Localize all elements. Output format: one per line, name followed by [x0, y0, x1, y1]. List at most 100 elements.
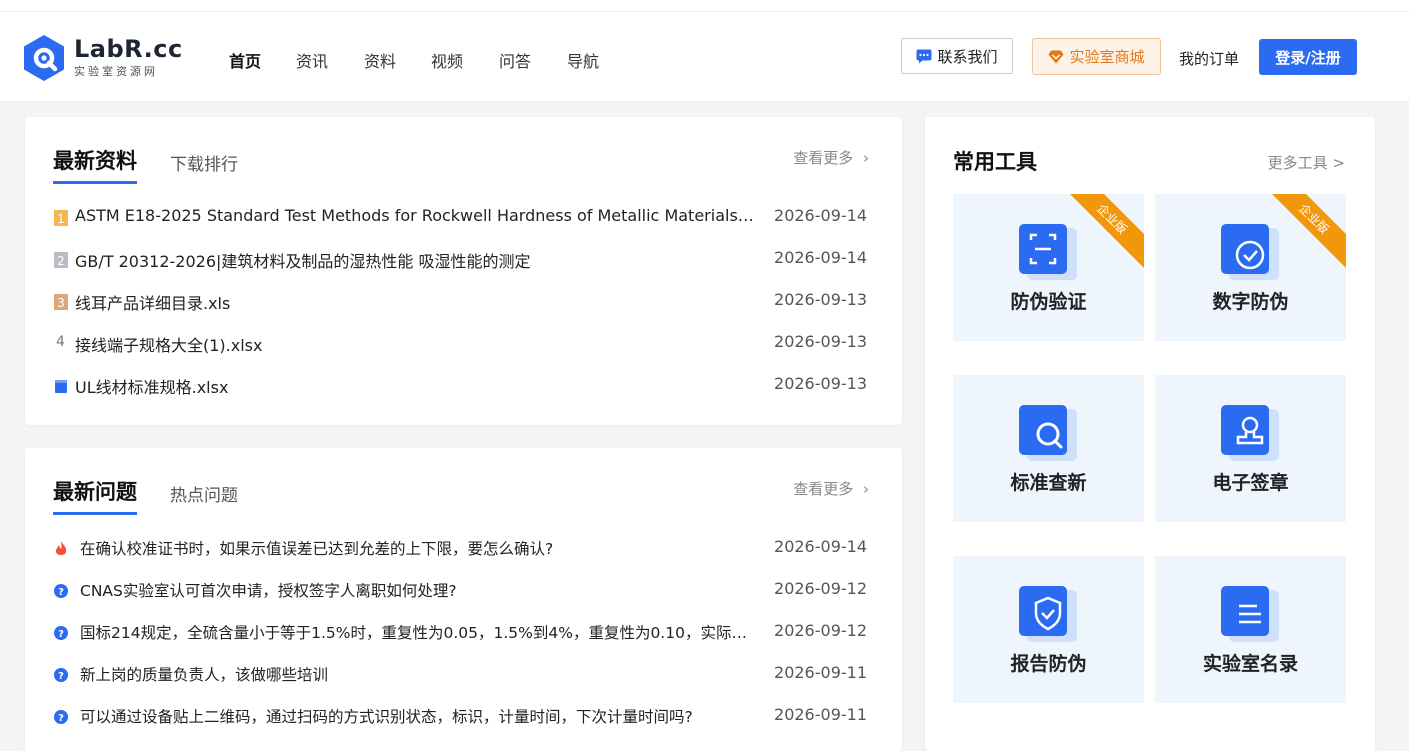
check-circle-icon: [1221, 224, 1279, 280]
contact-label: 联系我们: [937, 47, 998, 66]
question-icon: ?: [54, 668, 68, 682]
list-item[interactable]: ? 新上岗的质量负责人，该做哪些培训 2026-09-11: [53, 661, 873, 703]
tool-label: 电子签章: [1212, 472, 1289, 494]
chevron-right-icon: ›: [863, 480, 869, 498]
rank-badge-bronze-icon: 3: [54, 294, 68, 310]
list-item[interactable]: 4 接线端子规格大全(1).xlsx 2026-09-13: [53, 330, 873, 372]
tool-label: 标准查新: [1010, 472, 1087, 494]
tool-report-anti-counterfeit[interactable]: 报告防伪: [953, 556, 1144, 703]
tab-download-ranking[interactable]: 下载排行: [170, 150, 238, 175]
shield-check-icon: [1019, 586, 1077, 642]
question-title[interactable]: 在确认校准证书时，如果示值误差已达到允差的上下限，要怎么确认?: [80, 537, 755, 559]
svg-text:1: 1: [57, 212, 65, 226]
question-icon: ?: [54, 584, 68, 598]
question-title[interactable]: 国标214规定，全硫含量小于等于1.5%时，重复性为0.05，1.5%到4%，重…: [80, 621, 755, 643]
tool-label: 防伪验证: [1010, 291, 1087, 313]
logo-icon: [24, 35, 64, 81]
lab-shop-button[interactable]: 实验室商城: [1032, 38, 1161, 75]
resource-title[interactable]: ASTM E18-2025 Standard Test Methods for …: [75, 206, 755, 225]
list-item[interactable]: 1 ASTM E18-2025 Standard Test Methods fo…: [53, 204, 873, 246]
svg-text:?: ?: [58, 629, 64, 640]
diamond-icon: [1048, 50, 1064, 63]
nav-item-home[interactable]: 首页: [229, 48, 261, 72]
nav-item-videos[interactable]: 视频: [431, 48, 463, 72]
tools-title: 常用工具: [953, 150, 1037, 174]
list-item[interactable]: ? 国标214规定，全硫含量小于等于1.5%时，重复性为0.05，1.5%到4%…: [53, 619, 873, 661]
common-tools-card: 常用工具 更多工具 > 防伪验证 企业版 数字防伪 企业版 标准查新 电子签章 …: [925, 117, 1375, 751]
questions-view-more-link[interactable]: 查看更多 ›: [793, 478, 869, 499]
chat-icon: [916, 49, 932, 63]
nav-item-navigation[interactable]: 导航: [567, 48, 599, 72]
more-tools-link[interactable]: 更多工具 >: [1268, 152, 1345, 173]
rank-number: 4: [56, 334, 65, 350]
site-logo[interactable]: LabR.cc 实验室资源网: [24, 35, 182, 83]
brand-name: LabR.cc: [74, 35, 183, 63]
view-more-label: 查看更多: [793, 480, 854, 498]
question-title[interactable]: CNAS实验室认可首次申请，授权签字人离职如何处理?: [80, 579, 755, 601]
list-icon: [1221, 586, 1279, 642]
scan-code-icon: [1019, 224, 1077, 280]
question-date: 2026-09-14: [774, 537, 867, 556]
question-title[interactable]: 可以通过设备贴上二维码，通过扫码的方式识别状态，标识，计量时间，下次计量时间吗?: [80, 705, 755, 727]
rank-badge-silver-icon: 2: [54, 252, 68, 268]
question-icon: ?: [54, 626, 68, 640]
resource-title[interactable]: GB/T 20312-2026|建筑材料及制品的湿热性能 吸湿性能的测定: [75, 248, 755, 272]
my-orders-link[interactable]: 我的订单: [1179, 48, 1239, 69]
top-strip: [0, 0, 1409, 12]
tab-latest-resources[interactable]: 最新资料: [53, 145, 137, 184]
contact-button[interactable]: 联系我们: [901, 38, 1013, 74]
resource-date: 2026-09-13: [774, 332, 867, 351]
resource-list: 1 ASTM E18-2025 Standard Test Methods fo…: [53, 204, 873, 414]
tab-hot-questions[interactable]: 热点问题: [170, 481, 238, 506]
nav-item-resources[interactable]: 资料: [364, 48, 396, 72]
svg-text:?: ?: [58, 671, 64, 682]
file-icon: [55, 380, 67, 393]
resource-title[interactable]: 线耳产品详细目录.xls: [75, 290, 755, 314]
nav-item-news[interactable]: 资讯: [296, 48, 328, 72]
resources-view-more-link[interactable]: 查看更多 ›: [793, 147, 869, 168]
list-item[interactable]: UL线材标准规格.xlsx 2026-09-13: [53, 372, 873, 414]
site-header: LabR.cc 实验室资源网 首页 资讯 资料 视频 问答 导航 联系我们 实验…: [0, 12, 1409, 102]
resource-title[interactable]: 接线端子规格大全(1).xlsx: [75, 332, 755, 356]
list-item[interactable]: 3 线耳产品详细目录.xls 2026-09-13: [53, 288, 873, 330]
svg-text:3: 3: [57, 296, 65, 310]
nav-item-qa[interactable]: 问答: [499, 48, 531, 72]
resource-date: 2026-09-14: [774, 248, 867, 267]
question-date: 2026-09-12: [774, 621, 867, 640]
list-item[interactable]: 在确认校准证书时，如果示值误差已达到允差的上下限，要怎么确认? 2026-09-…: [53, 535, 873, 577]
resource-title[interactable]: UL线材标准规格.xlsx: [75, 374, 755, 398]
question-date: 2026-09-11: [774, 663, 867, 682]
login-register-button[interactable]: 登录/注册: [1259, 39, 1357, 75]
latest-resources-card: 最新资料 下载排行 查看更多 › 1 ASTM E18-2025 Standar…: [25, 117, 902, 425]
view-more-label: 查看更多: [793, 149, 854, 167]
resource-date: 2026-09-14: [774, 206, 867, 225]
tool-digital-anti-counterfeit[interactable]: 数字防伪 企业版: [1155, 194, 1346, 341]
svg-text:?: ?: [58, 713, 64, 724]
tool-label: 实验室名录: [1202, 653, 1298, 675]
tool-label: 报告防伪: [1010, 653, 1087, 675]
question-date: 2026-09-11: [774, 705, 867, 724]
tool-standard-lookup[interactable]: 标准查新: [953, 375, 1144, 522]
question-icon: ?: [54, 710, 68, 724]
tool-e-signature[interactable]: 电子签章: [1155, 375, 1346, 522]
list-item[interactable]: ? 可以通过设备贴上二维码，通过扫码的方式识别状态，标识，计量时间，下次计量时间…: [53, 703, 873, 745]
resource-date: 2026-09-13: [774, 374, 867, 393]
stamp-icon: [1221, 405, 1279, 461]
question-date: 2026-09-12: [774, 579, 867, 598]
fire-icon: [55, 541, 67, 555]
search-icon: [1019, 405, 1077, 461]
lab-shop-label: 实验室商城: [1069, 48, 1145, 66]
tool-lab-directory[interactable]: 实验室名录: [1155, 556, 1346, 703]
resource-date: 2026-09-13: [774, 290, 867, 309]
svg-text:2: 2: [57, 254, 65, 268]
list-item[interactable]: ? CNAS实验室认可首次申请，授权签字人离职如何处理? 2026-09-12: [53, 577, 873, 619]
tab-latest-questions[interactable]: 最新问题: [53, 476, 137, 515]
question-list: 在确认校准证书时，如果示值误差已达到允差的上下限，要怎么确认? 2026-09-…: [53, 535, 873, 745]
tool-anti-counterfeit-verify[interactable]: 防伪验证 企业版: [953, 194, 1144, 341]
latest-questions-card: 最新问题 热点问题 查看更多 › 在确认校准证书时，如果示值误差已达到允差的上下…: [25, 448, 902, 751]
tool-label: 数字防伪: [1212, 291, 1289, 313]
brand-tagline: 实验室资源网: [74, 65, 158, 78]
rank-badge-gold-icon: 1: [54, 210, 68, 226]
question-title[interactable]: 新上岗的质量负责人，该做哪些培训: [80, 663, 755, 685]
list-item[interactable]: 2 GB/T 20312-2026|建筑材料及制品的湿热性能 吸湿性能的测定 2…: [53, 246, 873, 288]
